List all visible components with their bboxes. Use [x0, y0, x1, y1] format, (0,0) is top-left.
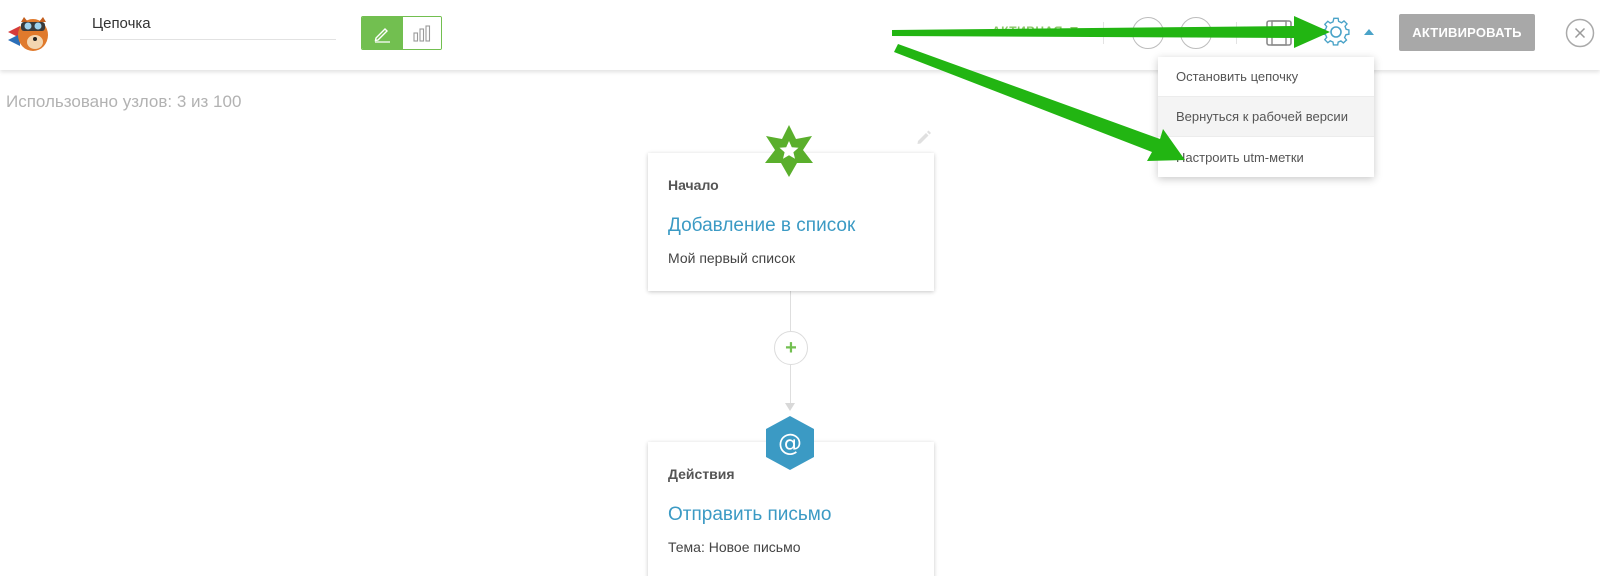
node-category: Действия — [668, 466, 735, 482]
gear-icon[interactable] — [1320, 16, 1352, 48]
save-icon[interactable] — [1264, 18, 1294, 48]
activate-button[interactable]: АКТИВИРОВАТЬ — [1399, 14, 1535, 51]
at-sign-icon: @ — [766, 416, 814, 470]
mode-toggle — [361, 16, 442, 50]
undo-button[interactable] — [1132, 17, 1164, 49]
close-icon[interactable] — [1565, 18, 1595, 48]
divider — [1236, 22, 1237, 44]
flow-connector — [790, 365, 791, 405]
add-node-button[interactable]: + — [774, 331, 808, 365]
node-title: Добавление в список — [668, 215, 856, 236]
usage-counter: Использовано узлов: 3 из 100 — [6, 92, 242, 111]
status-caret-icon — [1070, 27, 1078, 32]
star-icon — [765, 125, 813, 177]
menu-item-revert-version[interactable]: Вернуться к рабочей версии — [1158, 97, 1374, 137]
svg-text:@: @ — [778, 429, 802, 457]
flow-connector — [790, 291, 791, 331]
node-category: Начало — [668, 177, 719, 193]
edit-node-icon[interactable] — [915, 128, 933, 146]
menu-item-utm-settings[interactable]: Настроить utm-метки — [1158, 137, 1374, 177]
node-description: Тема: Новое письмо — [668, 539, 801, 555]
pencil-icon — [374, 28, 390, 43]
gear-caret-icon — [1364, 29, 1374, 35]
fox-mascot-logo[interactable] — [6, 10, 56, 56]
node-description: Мой первый список — [668, 250, 796, 266]
flow-arrow-icon — [785, 403, 795, 411]
chain-editor: Цепочка АКТИВНАЯ АКТИВИРОВАТЬ Остановить… — [0, 0, 1600, 576]
status-dropdown[interactable]: АКТИВНАЯ — [992, 24, 1063, 38]
node-title: Отправить письмо — [668, 504, 832, 525]
menu-item-stop-chain[interactable]: Остановить цепочку — [1158, 57, 1374, 97]
redo-button[interactable] — [1180, 17, 1212, 49]
stats-mode-button[interactable] — [401, 17, 441, 49]
edit-mode-button[interactable] — [362, 17, 402, 49]
chain-name-input[interactable]: Цепочка — [80, 10, 336, 40]
divider — [1103, 22, 1104, 44]
bar-chart-icon — [413, 25, 430, 42]
settings-menu: Остановить цепочку Вернуться к рабочей в… — [1158, 57, 1374, 177]
